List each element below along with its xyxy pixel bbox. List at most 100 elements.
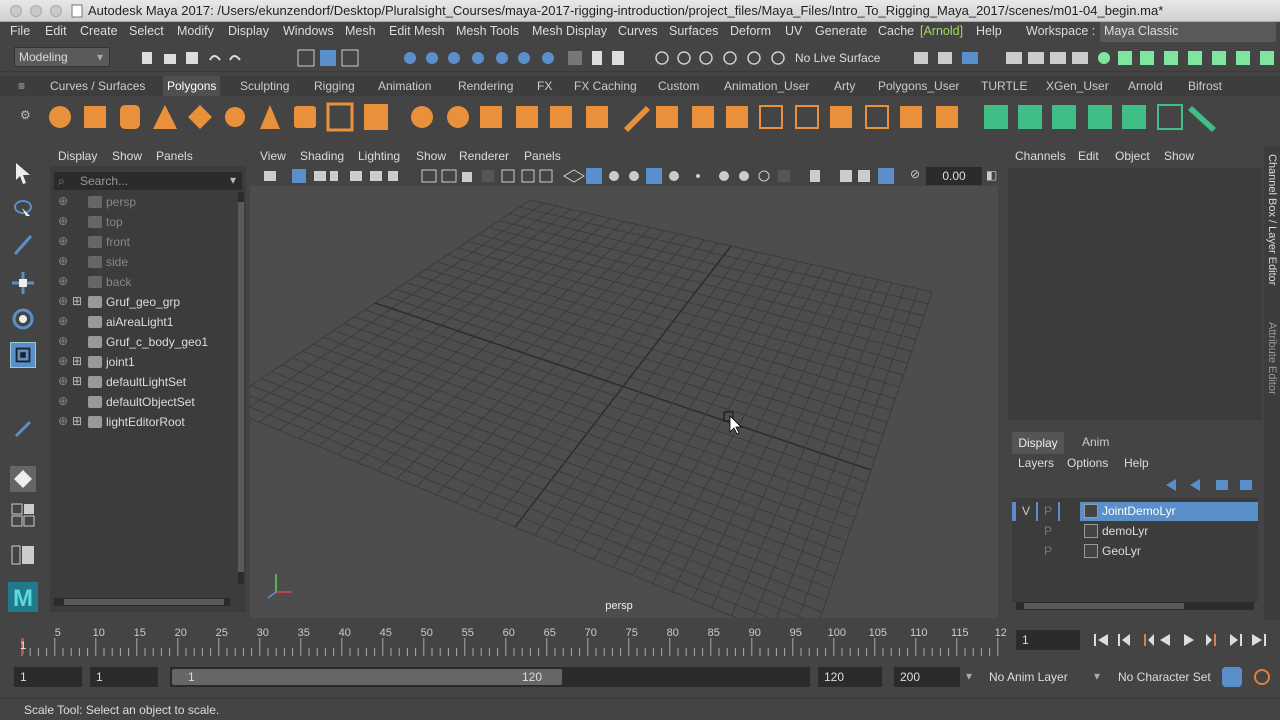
poly-cube-icon[interactable] (84, 106, 106, 128)
layer-menu-help[interactable]: Help (1124, 456, 1149, 470)
menu-cache[interactable]: Cache (878, 24, 914, 38)
bevel-icon[interactable] (692, 106, 714, 128)
layer-visibility-toggle[interactable] (1016, 542, 1036, 561)
poly-pipe-icon[interactable] (294, 106, 316, 128)
smooth-icon[interactable] (480, 106, 502, 128)
visibility-toggle-icon[interactable]: ⊕ (58, 414, 68, 428)
new-empty-layer-icon[interactable] (1216, 480, 1228, 490)
single-perspective-layout-icon[interactable] (10, 466, 36, 492)
expand-icon[interactable]: ⊞ (72, 294, 82, 308)
anim-layer-dropdown[interactable]: No Anim Layer (989, 670, 1068, 684)
menu-mesh-tools[interactable]: Mesh Tools (456, 24, 519, 38)
live-surface-label[interactable]: No Live Surface (795, 51, 880, 65)
range-slider-handle[interactable] (172, 669, 562, 685)
outliner-item[interactable]: ⊕ ⊞ defaultLightSet (50, 372, 230, 392)
layer-color-swatch[interactable] (1084, 544, 1098, 558)
viewport-panel[interactable]: View Shading Lighting Show Renderer Pane… (250, 146, 998, 618)
outliner-item[interactable]: ⊕ persp (50, 192, 230, 212)
menu-display[interactable]: Display (228, 24, 269, 38)
layer-playback-toggle[interactable]: P (1038, 522, 1058, 541)
poly-pyramid-icon[interactable] (260, 105, 280, 129)
outliner-item[interactable]: ⊕ side (50, 252, 230, 272)
outliner-vscrollbar[interactable] (238, 192, 244, 584)
range-slider[interactable]: 1 120 (170, 667, 810, 687)
mirror-icon[interactable] (550, 106, 572, 128)
insert-edge-loop-icon[interactable] (795, 105, 819, 129)
spherical-map-icon[interactable] (1088, 105, 1112, 129)
visibility-toggle-icon[interactable]: ⊕ (58, 194, 68, 208)
menu-curves[interactable]: Curves (618, 24, 658, 38)
layer-row[interactable]: PdemoLyr (1012, 522, 1258, 541)
offset-edge-icon[interactable] (830, 106, 852, 128)
append-icon[interactable] (759, 105, 783, 129)
cylindrical-map-icon[interactable] (1052, 105, 1076, 129)
svg-icon[interactable] (364, 104, 388, 130)
layer-playback-toggle[interactable]: P (1038, 502, 1058, 521)
shelf-tab-arty[interactable]: Arty (834, 79, 855, 93)
menu-create[interactable]: Create (80, 24, 118, 38)
rotate-tool-icon[interactable] (10, 306, 36, 332)
viewport-menu-show[interactable]: Show (416, 149, 446, 163)
character-set-dropdown[interactable]: No Character Set (1118, 670, 1211, 684)
outliner-search-field[interactable]: ⌕ Search... ▾ (54, 172, 242, 190)
menu-file[interactable]: File (10, 24, 30, 38)
shelf-tab-animation-user[interactable]: Animation_User (724, 79, 809, 93)
mode-dropdown[interactable]: Modeling ▾ (14, 47, 110, 67)
shelf-tab-sculpting[interactable]: Sculpting (240, 79, 289, 93)
bridge-icon[interactable] (726, 106, 748, 128)
booleans-icon[interactable] (586, 106, 608, 128)
visibility-toggle-icon[interactable]: ⊕ (58, 394, 68, 408)
poly-torus-icon[interactable] (225, 107, 245, 127)
shelf-tab-polygons-user[interactable]: Polygons_User (878, 79, 959, 93)
layer-tab-display[interactable]: Display (1012, 432, 1064, 454)
auto-key-icon[interactable] (1222, 667, 1242, 687)
shelf-tab-fx-caching[interactable]: FX Caching (574, 79, 637, 93)
menu-windows[interactable]: Windows (283, 24, 334, 38)
select-tool-icon[interactable] (10, 160, 36, 186)
shelf-tab-turtle[interactable]: TURTLE (981, 79, 1027, 93)
menu-edit-mesh[interactable]: Edit Mesh (389, 24, 445, 38)
cut-uv-icon[interactable] (1188, 106, 1216, 132)
fill-hole-icon[interactable] (865, 105, 889, 129)
poly-text-icon[interactable] (326, 102, 354, 132)
paint-select-tool-icon[interactable] (10, 232, 36, 258)
poly-combine-icon[interactable] (411, 106, 433, 128)
tab-channel-box-layer-editor[interactable]: Channel Box / Layer Editor (1266, 154, 1278, 285)
lasso-tool-icon[interactable] (10, 196, 36, 222)
outliner-item[interactable]: ⊕ ⊞ lightEditorRoot (50, 412, 230, 432)
visibility-toggle-icon[interactable]: ⊕ (58, 294, 68, 308)
layer-menu-options[interactable]: Options (1067, 456, 1108, 470)
playback-start-field[interactable]: 1 (90, 667, 158, 687)
menu-mesh[interactable]: Mesh (345, 24, 376, 38)
visibility-toggle-icon[interactable]: ⊕ (58, 354, 68, 368)
move-layer-down-icon[interactable] (1190, 479, 1200, 491)
visibility-toggle-icon[interactable]: ⊕ (58, 374, 68, 388)
shelf-tab-xgen-user[interactable]: XGen_User (1046, 79, 1109, 93)
time-slider[interactable]: 5 10 15 20 25 30 35 40 45 50 55 60 65 70 75 80 85 90 95 100… (0, 624, 1280, 660)
menu-surfaces[interactable]: Surfaces (669, 24, 718, 38)
shelf-tab-rendering[interactable]: Rendering (458, 79, 513, 93)
layer-playback-toggle[interactable]: P (1038, 542, 1058, 561)
layer-row[interactable]: V P JointDemoLyr (1012, 502, 1258, 521)
poly-separate-icon[interactable] (447, 106, 469, 128)
shelf-menu-icon[interactable]: ≡ (18, 79, 25, 93)
layer-display-type-toggle[interactable] (1060, 542, 1080, 561)
outliner-item[interactable]: ⊕ ⊞ joint1 (50, 352, 230, 372)
current-frame-field[interactable]: 1 (1016, 630, 1080, 650)
time-ruler[interactable]: 5 10 15 20 25 30 35 40 45 50 55 60 65 70 75 80 85 90 95 100… (16, 624, 1006, 656)
poly-sphere-icon[interactable] (49, 106, 71, 128)
menu-help[interactable]: Help (976, 24, 1002, 38)
shelf-tab-animation[interactable]: Animation (378, 79, 431, 93)
target-weld-icon[interactable] (936, 106, 958, 128)
outliner-item[interactable]: ⊕ aiAreaLight1 (50, 312, 230, 332)
close-window-button[interactable] (10, 5, 22, 17)
expand-icon[interactable]: ⊞ (72, 374, 82, 388)
layer-row[interactable]: P GeoLyr (1012, 542, 1258, 561)
outliner-item[interactable]: ⊕ Gruf_c_body_geo1 (50, 332, 230, 352)
step-back-frame-icon[interactable] (1144, 634, 1154, 646)
outliner-menu-display[interactable]: Display (58, 149, 97, 163)
tab-attribute-editor[interactable]: Attribute Editor (1266, 322, 1278, 395)
viewport-menu-panels[interactable]: Panels (524, 149, 561, 163)
move-layer-up-icon[interactable] (1166, 479, 1176, 491)
outliner-item[interactable]: ⊕ back (50, 272, 230, 292)
